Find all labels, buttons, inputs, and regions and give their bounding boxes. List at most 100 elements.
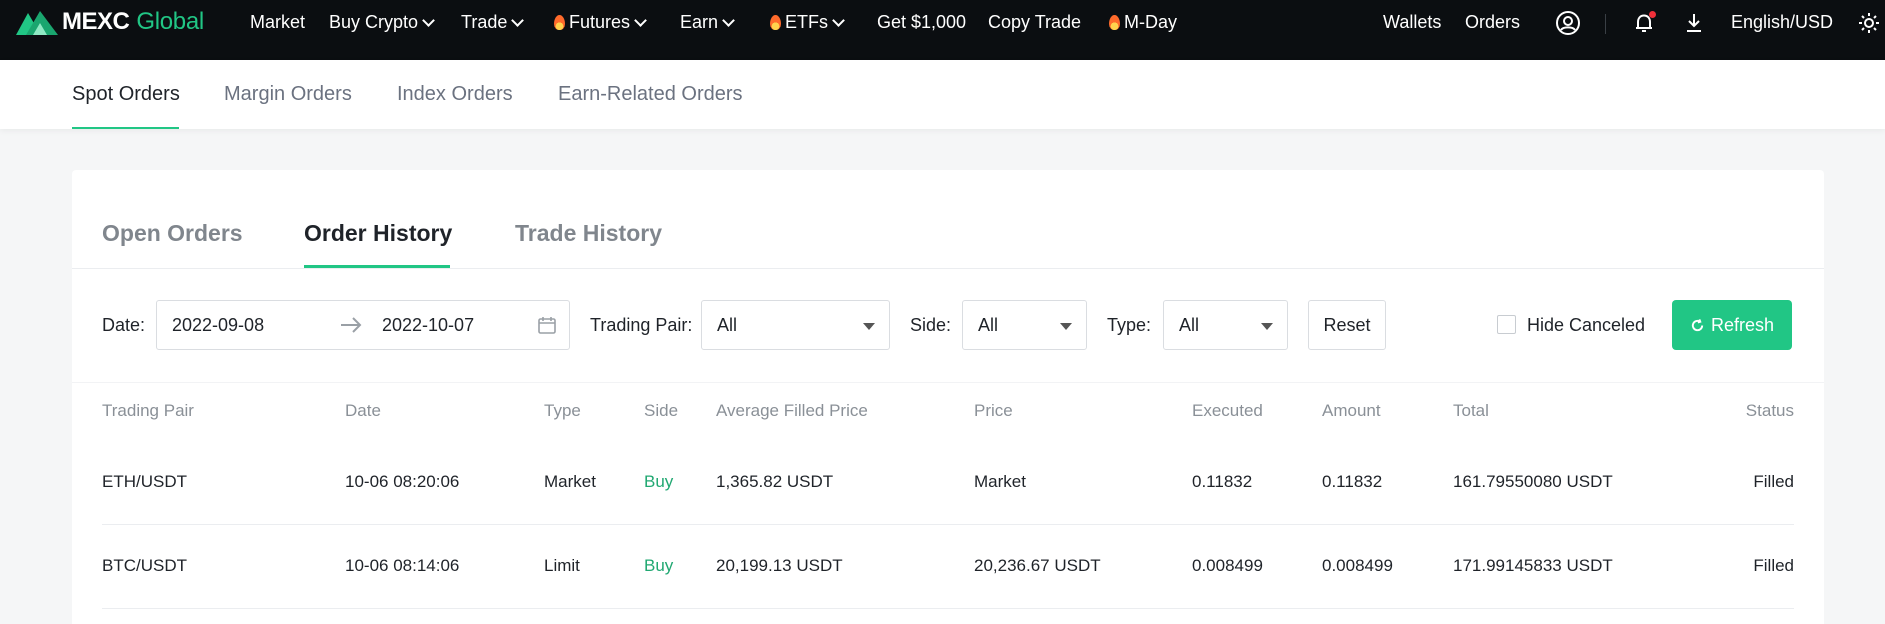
trading-pair-filter-label: Trading Pair: [590, 315, 693, 335]
order-category-tabs: Spot Orders Margin Orders Index Orders E… [0, 60, 1885, 129]
side-select[interactable]: All [962, 300, 1087, 350]
nav-buy-crypto-label: Buy Crypto [329, 12, 419, 32]
nav-copy-trade[interactable]: Copy Trade [988, 12, 1081, 33]
cell-amount: 0.11832 [1322, 472, 1383, 491]
gear-icon[interactable] [1856, 10, 1882, 36]
cell-average-filled-price: 1,365.82 USDT [716, 472, 834, 491]
nav-trade-label: Trade [461, 12, 508, 32]
cell-price: 20,236.67 USDT [974, 556, 1101, 575]
chevron-down-icon [722, 13, 735, 27]
row-divider [102, 524, 1794, 525]
cell-amount: 0.008499 [1322, 556, 1393, 575]
nav-trade[interactable]: Trade [461, 12, 525, 33]
fire-icon [554, 15, 565, 30]
date-to-value[interactable]: 2022-10-07 [382, 315, 474, 336]
header-amount: Amount [1322, 401, 1381, 420]
cell-total: 161.79550080 USDT [1453, 472, 1613, 491]
refresh-button[interactable]: Refresh [1672, 300, 1792, 350]
header-side: Side [644, 401, 679, 420]
nav-etfs[interactable]: ETFs [770, 12, 845, 33]
nav-orders[interactable]: Orders [1465, 12, 1520, 33]
hide-canceled-label[interactable]: Hide Canceled [1527, 315, 1645, 336]
date-from-value[interactable]: 2022-09-08 [172, 315, 264, 336]
date-filter-label: Date: [102, 315, 146, 335]
nav-etfs-label: ETFs [785, 12, 828, 32]
trading-pair-select[interactable]: All [701, 300, 890, 350]
nav-copy-trade-label: Copy Trade [988, 12, 1082, 32]
logo-subtext: Global [136, 8, 204, 35]
cell-date: 10-06 08:20:06 [345, 472, 460, 491]
refresh-label: Refresh [1710, 314, 1775, 335]
cell-status: Filled [1753, 472, 1794, 491]
nav-wallets-label: Wallets [1383, 12, 1442, 32]
header-price: Price [974, 401, 1013, 420]
language-label: English/USD [1731, 12, 1834, 32]
cell-price: Market [974, 472, 1026, 491]
calendar-icon [538, 317, 556, 334]
trading-pair-label-text: Trading Pair [590, 315, 688, 335]
tab-trade-history[interactable]: Trade History [515, 220, 662, 247]
tab-order-history[interactable]: Order History [304, 220, 452, 247]
chevron-down-icon [422, 13, 435, 27]
caret-down-icon [863, 323, 875, 330]
tab-spot-orders[interactable]: Spot Orders [72, 83, 180, 106]
tab-margin-orders[interactable]: Margin Orders [224, 83, 352, 106]
nav-buy-crypto[interactable]: Buy Crypto [329, 12, 435, 33]
cell-trading-pair[interactable]: ETH/USDT [102, 472, 187, 492]
logo-text: MEXC [62, 8, 130, 35]
nav-m-day-label: M-Day [1124, 12, 1177, 32]
date-label-text: Date [102, 315, 141, 335]
side-value: All [978, 315, 999, 335]
date-range-picker[interactable]: 2022-09-08 2022-10-07 [156, 300, 570, 350]
nav-orders-label: Orders [1465, 12, 1521, 32]
reset-button[interactable]: Reset [1308, 300, 1386, 350]
cell-executed: 0.008499 [1192, 556, 1263, 575]
refresh-icon [1691, 318, 1704, 331]
cell-date: 10-06 08:14:06 [345, 556, 460, 575]
nav-earn-label: Earn [680, 12, 719, 32]
header-status: Status [1745, 401, 1794, 420]
language-currency-selector[interactable]: English/USD [1731, 12, 1833, 33]
type-filter-label: Type: [1107, 315, 1152, 335]
cell-status: Filled [1753, 556, 1794, 575]
top-navbar: MEXC Global Market Buy Crypto Trade Futu… [0, 0, 1885, 60]
header-total: Total [1453, 401, 1489, 420]
header-average-filled-price: Average Filled Price [716, 401, 868, 420]
nav-earn[interactable]: Earn [680, 12, 735, 33]
type-label-text: Type [1107, 315, 1147, 335]
header-date: Date [345, 401, 381, 420]
cell-total: 171.99145833 USDT [1453, 556, 1613, 575]
caret-down-icon [1060, 323, 1072, 330]
nav-wallets[interactable]: Wallets [1383, 12, 1441, 33]
download-icon[interactable] [1681, 10, 1707, 36]
chevron-down-icon [634, 13, 647, 27]
arrow-right-icon [341, 317, 362, 333]
cell-type: Market [544, 472, 596, 491]
nav-market[interactable]: Market [250, 12, 305, 33]
type-value: All [1179, 315, 1200, 335]
header-executed: Executed [1192, 401, 1263, 420]
cell-executed: 0.11832 [1192, 472, 1253, 491]
cell-average-filled-price: 20,199.13 USDT [716, 556, 843, 575]
cell-trading-pair[interactable]: BTC/USDT [102, 556, 187, 576]
tab-index-orders[interactable]: Index Orders [397, 83, 513, 106]
cell-side: Buy [644, 472, 674, 491]
nav-get-bonus[interactable]: Get $1,000 [877, 12, 966, 33]
user-account-icon[interactable] [1555, 10, 1581, 36]
row-divider [102, 608, 1794, 609]
trading-pair-value: All [717, 315, 738, 335]
header-type: Type [544, 401, 581, 420]
bell-icon[interactable] [1631, 10, 1657, 36]
nav-m-day[interactable]: M-Day [1109, 12, 1177, 33]
side-label-text: Side [910, 315, 947, 335]
hide-canceled-checkbox[interactable] [1497, 315, 1516, 334]
caret-down-icon [1261, 323, 1273, 330]
mexc-logo[interactable]: MEXC Global [16, 8, 204, 36]
nav-market-label: Market [250, 12, 306, 32]
nav-futures[interactable]: Futures [554, 12, 647, 33]
tab-earn-related-orders[interactable]: Earn-Related Orders [558, 83, 743, 106]
cell-type: Limit [544, 556, 580, 575]
tab-open-orders[interactable]: Open Orders [102, 220, 243, 247]
type-select[interactable]: All [1163, 300, 1288, 350]
header-trading-pair: Trading Pair [102, 401, 194, 420]
